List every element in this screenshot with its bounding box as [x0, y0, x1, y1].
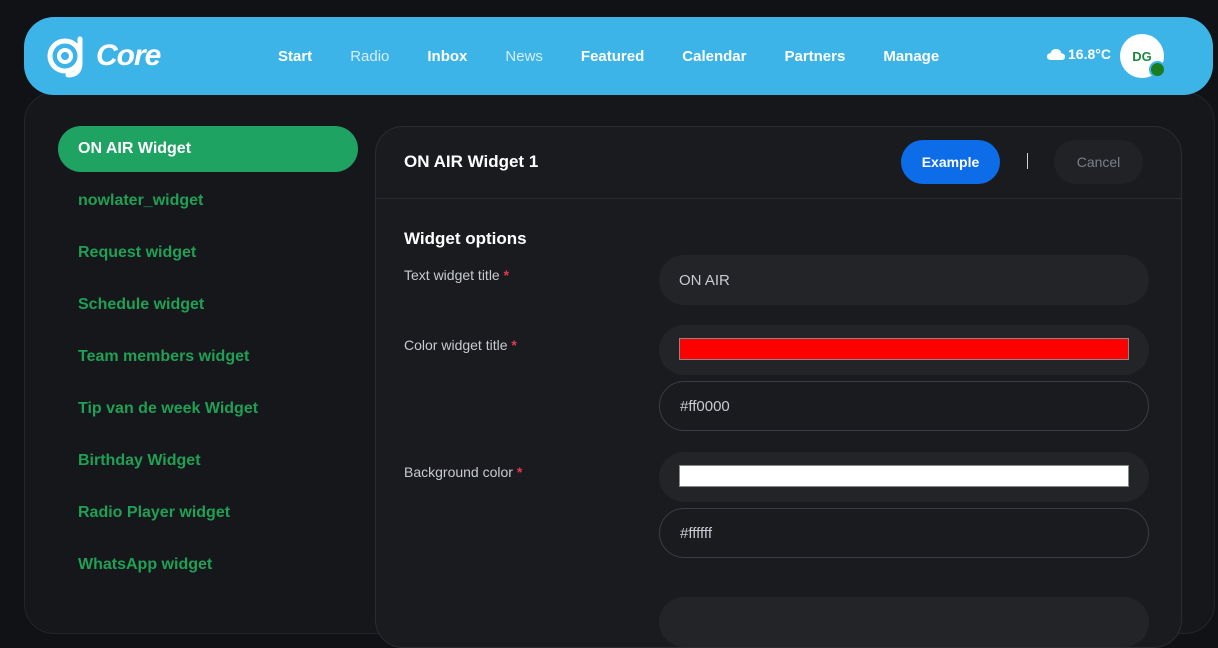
sidebar-item-nowlater-widget[interactable]: nowlater_widget	[58, 175, 358, 227]
nav-item-calendar[interactable]: Calendar	[682, 48, 746, 65]
avatar-initials: DG	[1132, 48, 1152, 64]
required-mark: *	[516, 464, 523, 480]
main-nav: Start Radio Inbox News Featured Calendar…	[278, 17, 977, 95]
color-title-picker-field	[659, 325, 1149, 375]
text-title-input[interactable]	[659, 255, 1149, 305]
sidebar-item-team-members-widget[interactable]: Team members widget	[58, 331, 358, 383]
avatar[interactable]: DG	[1120, 34, 1166, 78]
nav-item-inbox[interactable]: Inbox	[427, 48, 467, 65]
temperature: 16.8°C	[1068, 46, 1111, 62]
example-button[interactable]: Example	[901, 140, 1000, 184]
widget-sidebar: ON AIR Widget nowlater_widget Request wi…	[58, 126, 358, 591]
color-title-label-text: Color widget title	[404, 337, 508, 353]
text-title-field	[659, 255, 1149, 305]
nav-item-radio[interactable]: Radio	[350, 48, 389, 65]
text-title-label: Text widget title *	[404, 267, 509, 283]
color-title-hex-input[interactable]	[660, 382, 1148, 430]
background-color-label-text: Background color	[404, 464, 513, 480]
sidebar-item-radio-player-widget[interactable]: Radio Player widget	[58, 487, 358, 539]
sidebar-item-birthday-widget[interactable]: Birthday Widget	[58, 435, 358, 487]
background-color-hex-input[interactable]	[660, 509, 1148, 557]
section-title: Widget options	[404, 229, 527, 248]
color-title-hex-field	[659, 381, 1149, 431]
top-navigation-bar: Core Start Radio Inbox News Featured Cal…	[24, 17, 1213, 95]
sidebar-item-tip-van-de-week-widget[interactable]: Tip van de week Widget	[58, 383, 358, 435]
logo-text: Core	[96, 39, 161, 72]
sidebar-item-schedule-widget[interactable]: Schedule widget	[58, 279, 358, 331]
nav-item-manage[interactable]: Manage	[883, 48, 939, 65]
nav-item-news[interactable]: News	[505, 48, 543, 65]
nav-item-start[interactable]: Start	[278, 48, 312, 65]
nav-item-featured[interactable]: Featured	[581, 48, 644, 65]
widget-editor-card: ON AIR Widget 1 Example Cancel Widget op…	[375, 126, 1182, 648]
online-status-dot	[1149, 61, 1166, 78]
cloud-icon	[1047, 49, 1065, 60]
dj-logo-icon	[47, 36, 83, 78]
cancel-button[interactable]: Cancel	[1054, 140, 1143, 184]
card-header: ON AIR Widget 1 Example Cancel	[376, 127, 1181, 199]
color-title-label: Color widget title *	[404, 337, 517, 353]
sidebar-item-on-air-widget[interactable]: ON AIR Widget	[58, 126, 358, 172]
required-mark: *	[503, 267, 510, 283]
text-title-label-text: Text widget title	[404, 267, 500, 283]
background-color-hex-field	[659, 508, 1149, 558]
sidebar-item-whatsapp-widget[interactable]: WhatsApp widget	[58, 539, 358, 591]
nav-item-partners[interactable]: Partners	[784, 48, 845, 65]
background-color-label: Background color *	[404, 464, 522, 480]
header-divider	[1027, 153, 1028, 169]
background-color-picker-field	[659, 452, 1149, 502]
weather-widget: 16.8°C	[1046, 46, 1111, 62]
color-title-swatch[interactable]	[679, 338, 1129, 360]
card-title: ON AIR Widget 1	[404, 152, 539, 171]
background-color-swatch[interactable]	[679, 465, 1129, 487]
required-mark: *	[511, 337, 517, 353]
sidebar-item-request-widget[interactable]: Request widget	[58, 227, 358, 279]
logo[interactable]: Core	[46, 33, 161, 79]
